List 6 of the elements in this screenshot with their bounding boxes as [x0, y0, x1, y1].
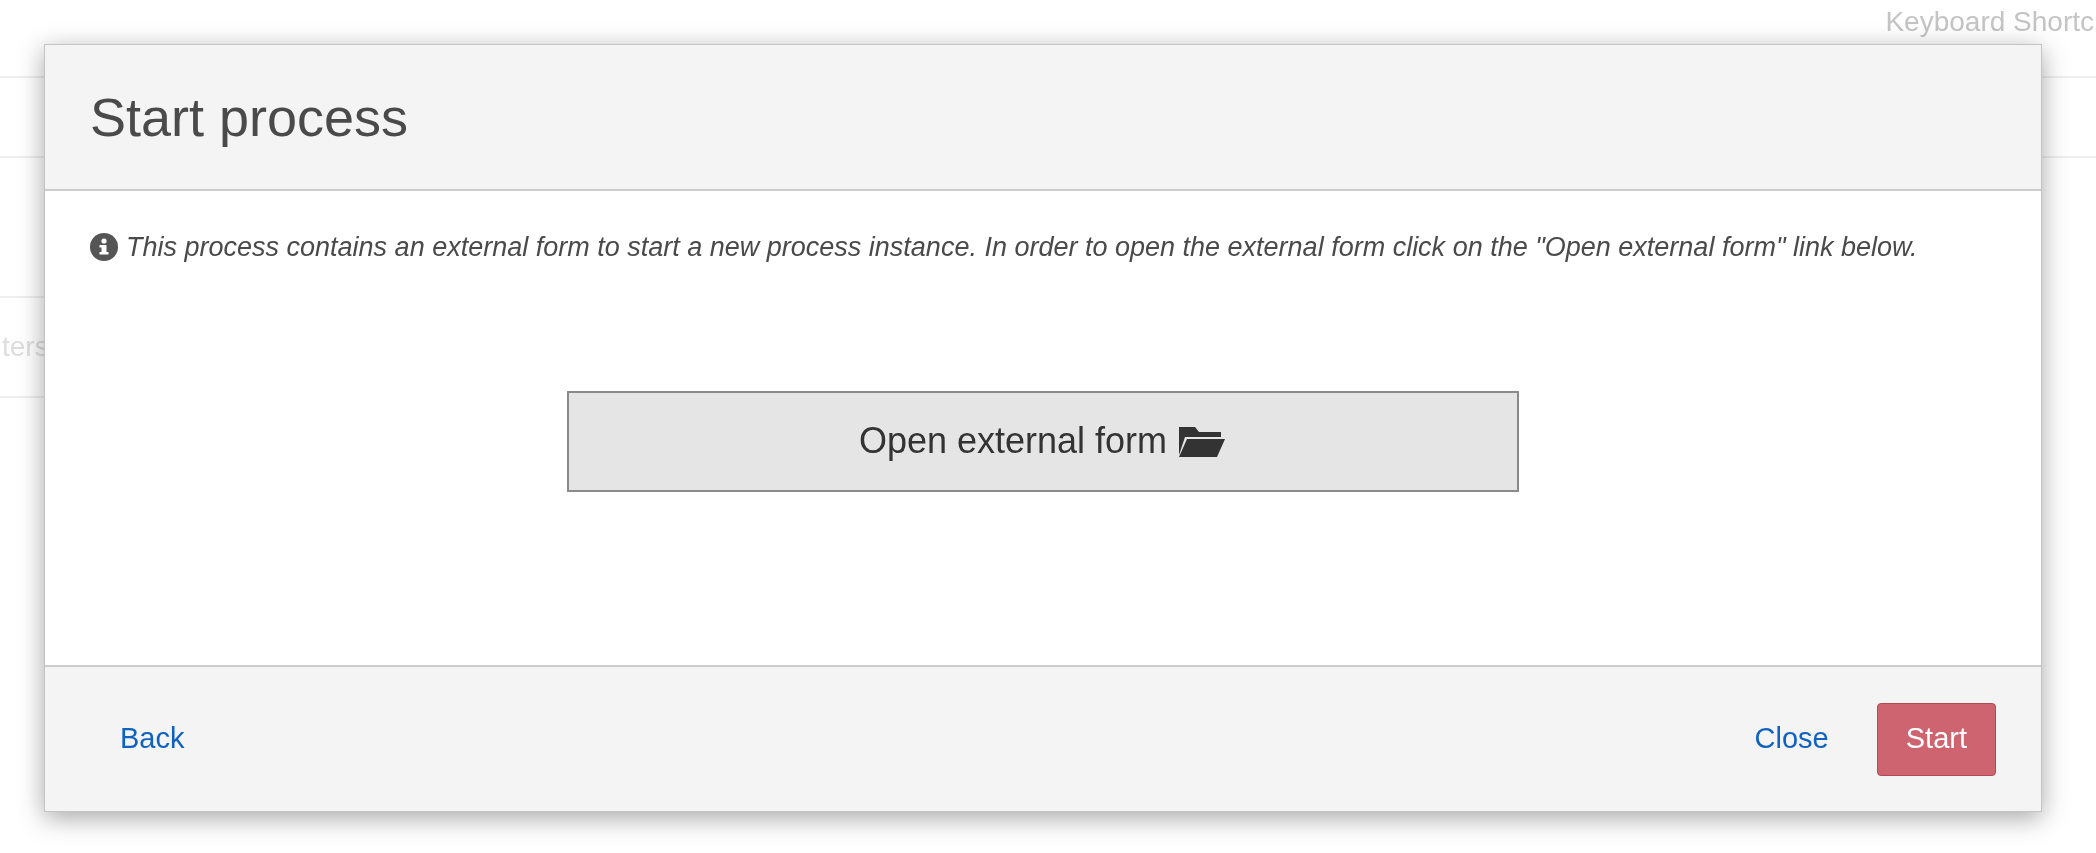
info-icon — [90, 233, 118, 262]
open-external-form-button[interactable]: Open external form — [567, 390, 1519, 492]
info-message: This process contains an external form to start a new process instance. In order to open the external form click on the "Open external form" link below. — [126, 231, 1918, 264]
close-link[interactable]: Close — [1724, 707, 1859, 771]
dialog-title: Start process — [90, 85, 409, 149]
back-link[interactable]: Back — [90, 707, 215, 771]
